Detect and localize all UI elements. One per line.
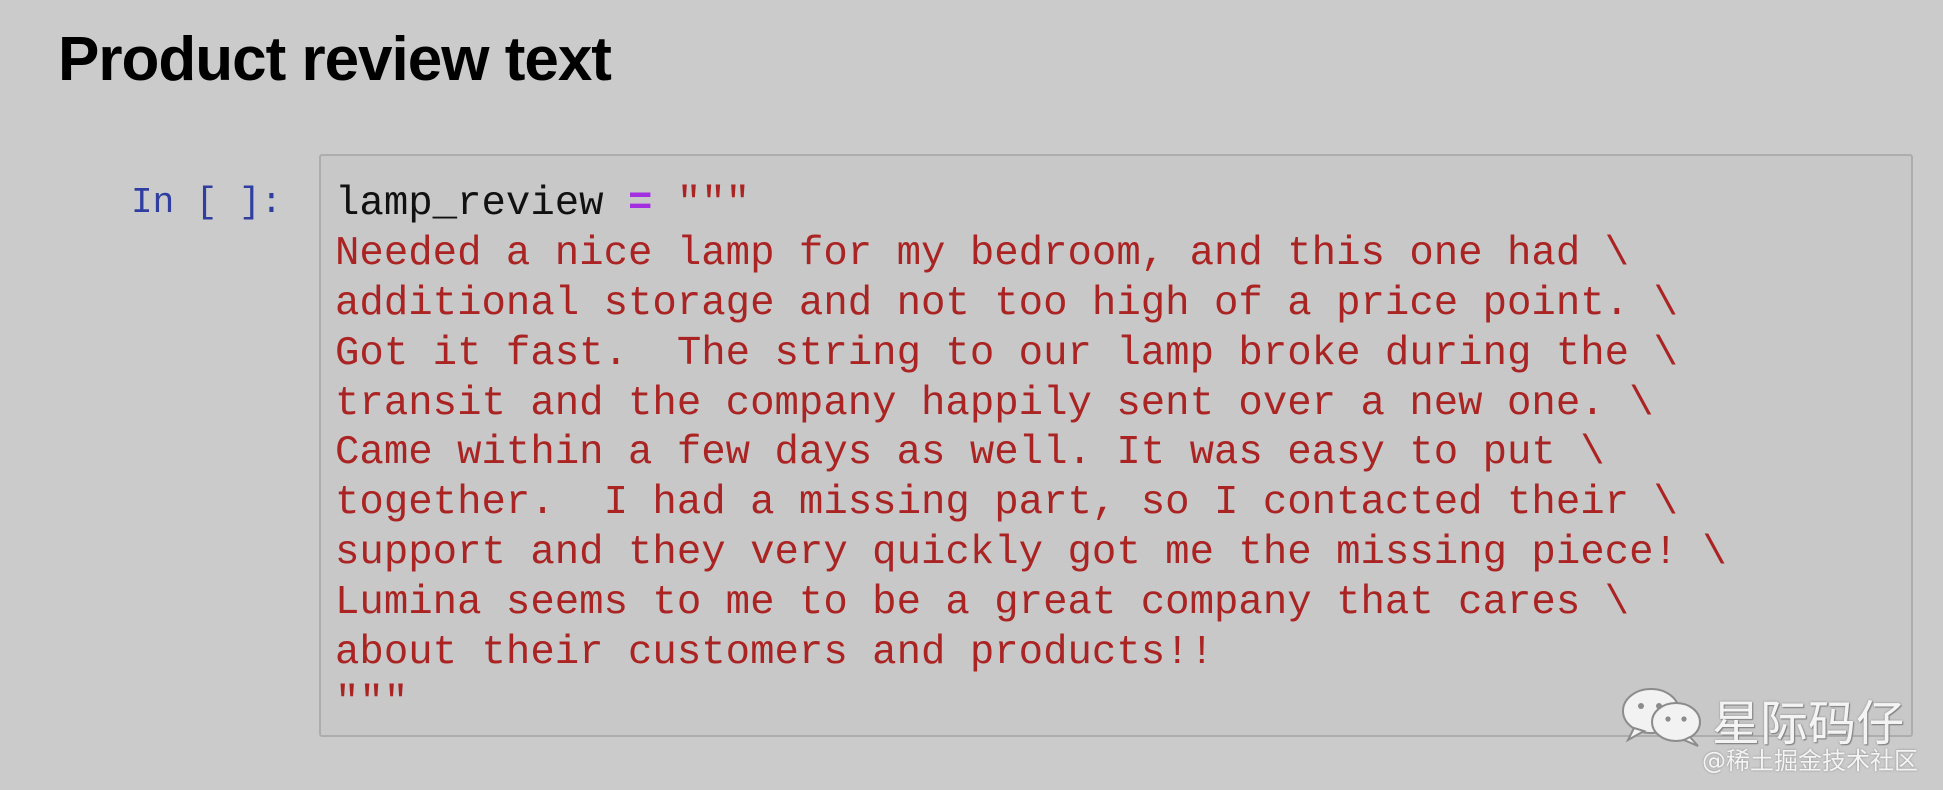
string-line: """ [335,679,409,726]
string-line: about their customers and products!! [335,630,1214,677]
string-line: Came within a few days as well. It was e… [335,430,1605,477]
string-line: Got it fast. The string to our lamp brok… [335,330,1678,377]
string-line: support and they very quickly got me the… [335,530,1727,577]
string-line: transit and the company happily sent ove… [335,380,1654,427]
string-line: """ [676,181,751,227]
code-cell[interactable]: lamp_review = """ Needed a nice lamp for … [319,154,1913,737]
string-line: Needed a nice lamp for my bedroom, and t… [335,230,1630,277]
assign-operator: = [603,181,677,227]
watermark: 星际码仔 @稀土掘金技术社区 [1612,684,1942,784]
code-editor[interactable]: lamp_review = """ Needed a nice lamp for … [335,180,1727,729]
string-line: additional storage and not too high of a… [335,280,1678,327]
watermark-subtitle: @稀土掘金技术社区 [1702,747,1918,775]
string-line: together. I had a missing part, so I con… [335,480,1678,527]
string-line: Lumina seems to me to be a great company… [335,580,1630,627]
code-line: lamp_review = """ [335,180,1727,230]
variable-name: lamp_review [335,181,604,227]
section-heading: Product review text [58,25,612,94]
cell-prompt: In [ ]: [131,182,283,223]
wechat-icon [1622,688,1701,747]
